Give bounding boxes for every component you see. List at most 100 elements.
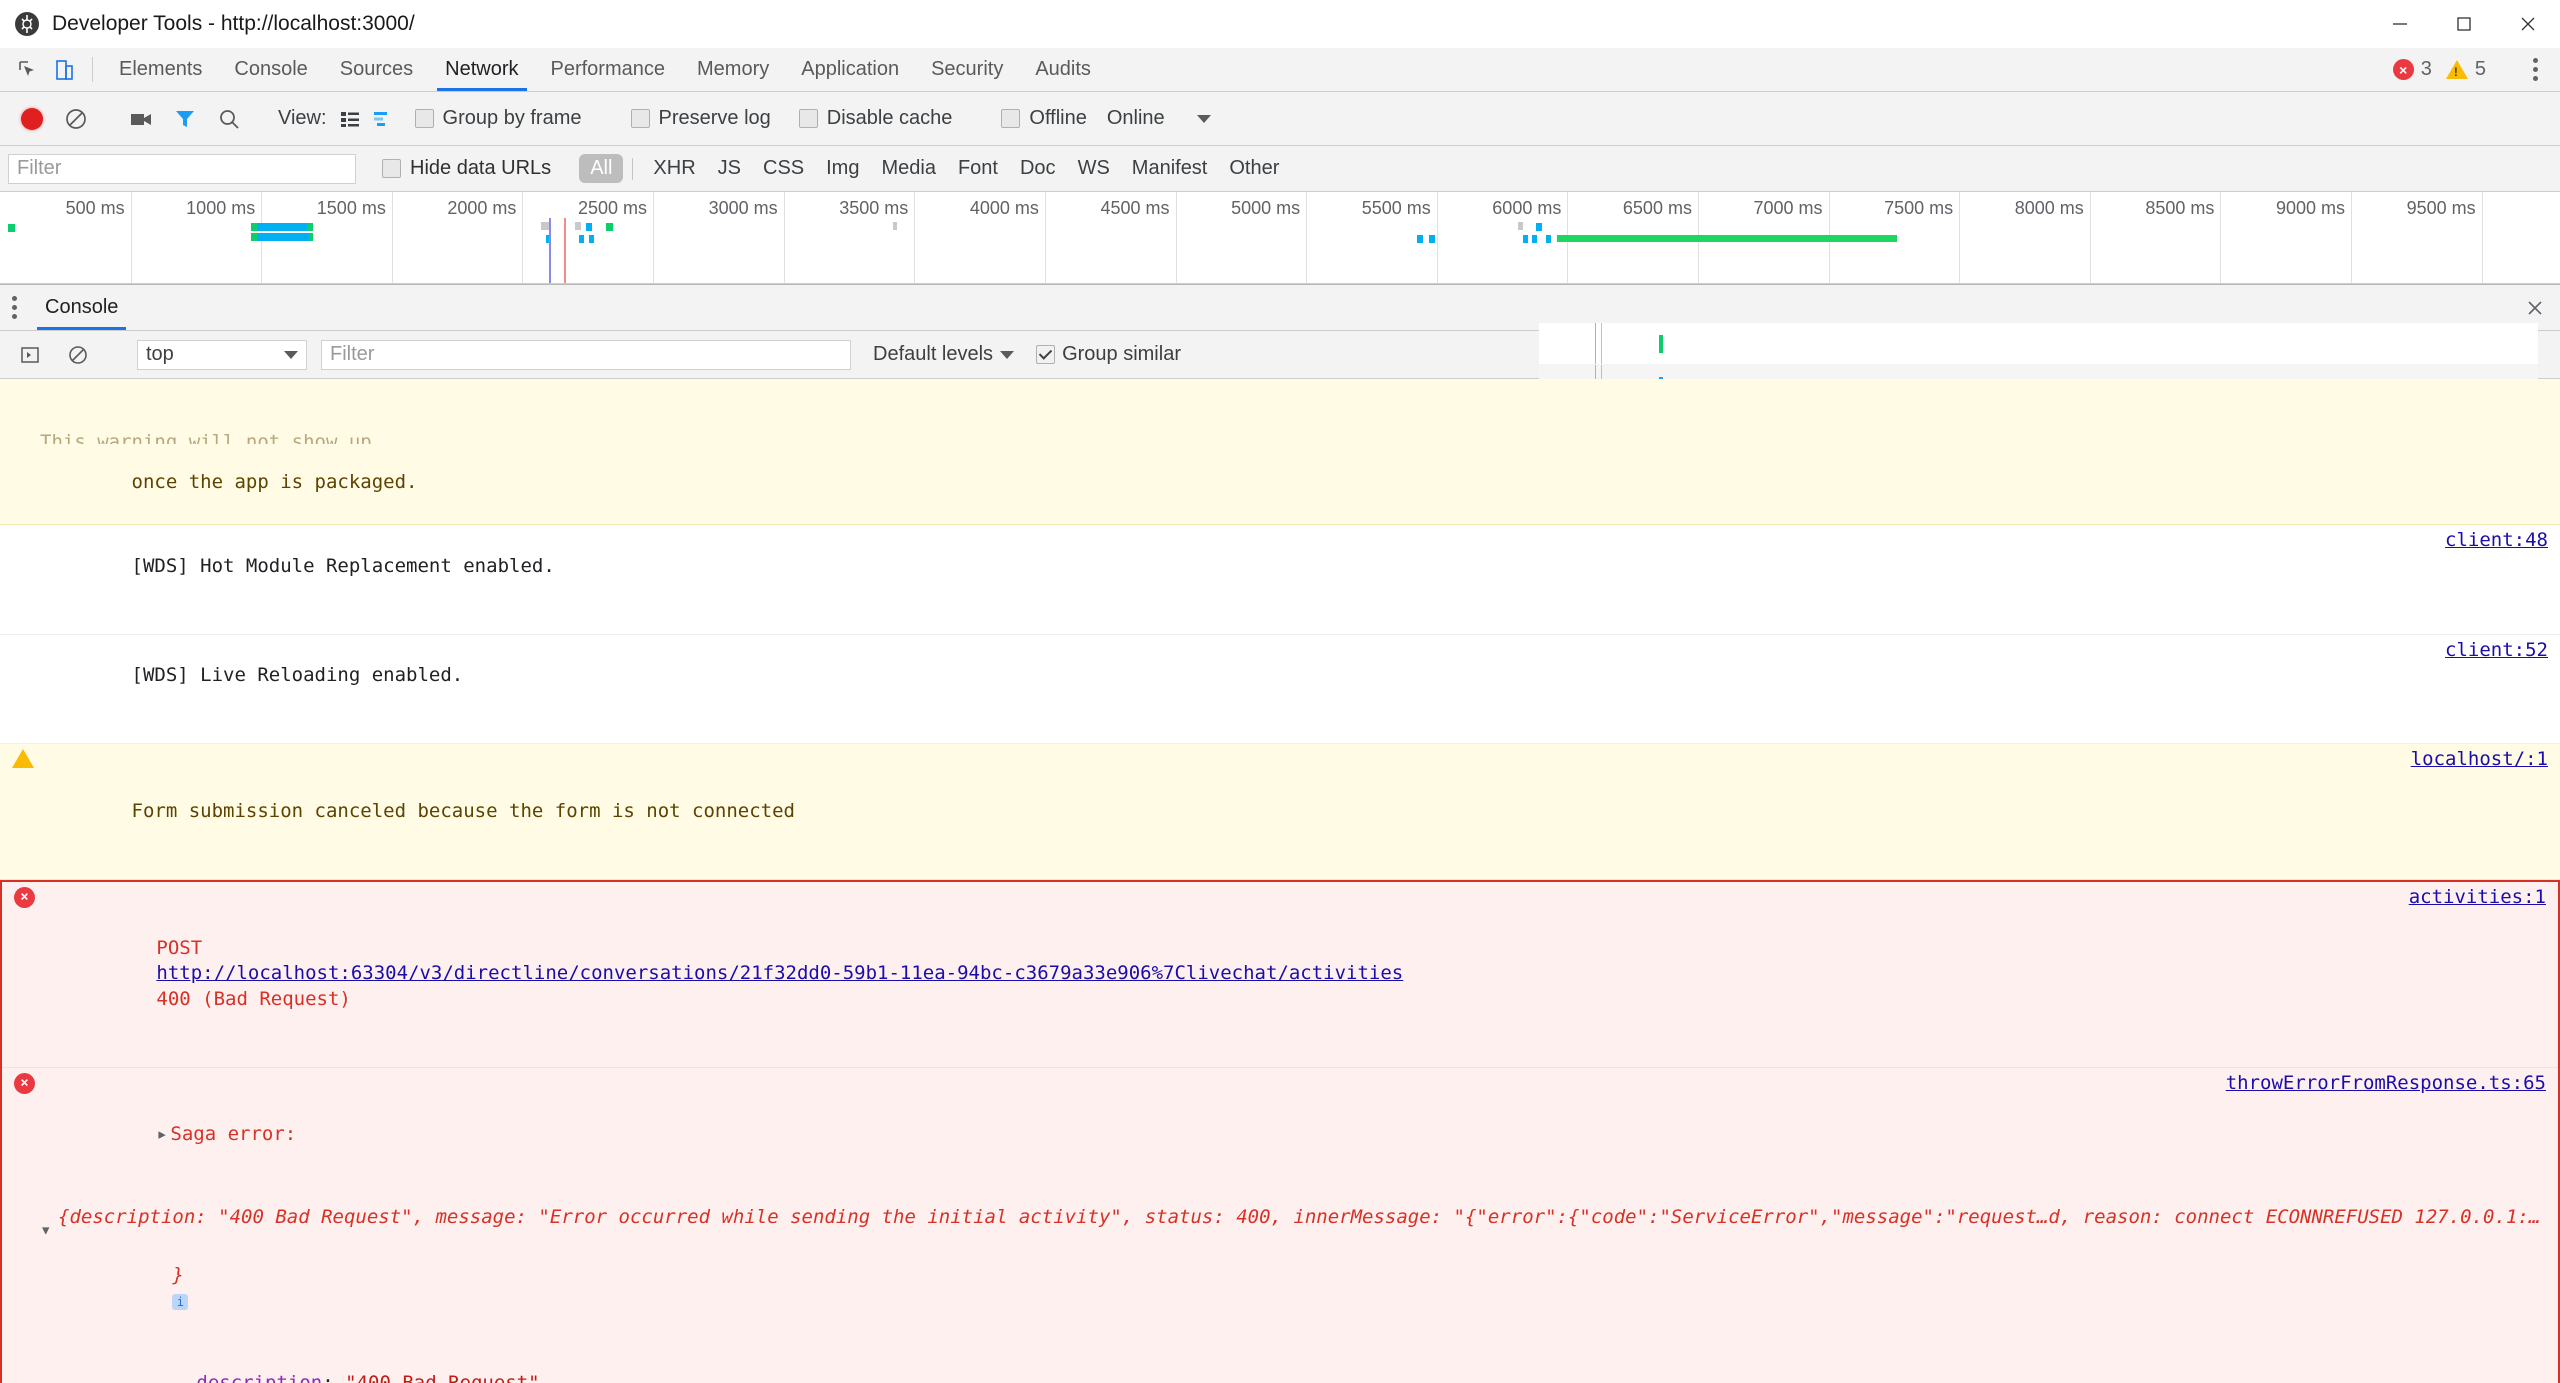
disable-cache-checkbox[interactable]: Disable cache xyxy=(798,107,952,130)
log-levels-select[interactable]: Default levels xyxy=(873,343,1015,366)
filter-type-doc[interactable]: Doc xyxy=(1009,154,1067,183)
post-url-link[interactable]: http://localhost:63304/v3/directline/con… xyxy=(156,962,1403,984)
form-warning-source-link[interactable]: localhost/:1 xyxy=(2411,747,2548,773)
preserve-log-checkbox[interactable]: Preserve log xyxy=(630,107,771,130)
error-icon: × xyxy=(14,886,35,908)
search-icon[interactable] xyxy=(207,108,251,130)
tab-performance[interactable]: Performance xyxy=(535,48,682,91)
info-badge-icon[interactable]: i xyxy=(172,1294,189,1311)
throttling-chevron-down-icon[interactable] xyxy=(1196,114,1211,123)
filter-type-css[interactable]: CSS xyxy=(752,154,815,183)
title-bar: Developer Tools - http://localhost:3000/ xyxy=(0,0,2560,48)
overview-tick xyxy=(2220,192,2222,283)
overview-tick-label: 5000 ms xyxy=(1231,198,1301,218)
overview-tick xyxy=(2089,192,2091,283)
overview-tick xyxy=(1044,192,1046,283)
console-message-post-error: × POST http://localhost:63304/v3/directl… xyxy=(2,881,2558,1069)
overview-request-band xyxy=(606,223,614,231)
view-waterfall-icon[interactable] xyxy=(367,109,401,129)
tab-audits[interactable]: Audits xyxy=(1019,48,1107,91)
overview-tick xyxy=(130,192,132,283)
overview-tick-label: 8000 ms xyxy=(2014,198,2084,218)
filter-type-ws[interactable]: WS xyxy=(1067,154,1121,183)
post-source-link[interactable]: activities:1 xyxy=(2409,885,2546,911)
filter-type-manifest[interactable]: Manifest xyxy=(1121,154,1219,183)
throttling-value[interactable]: Online xyxy=(1107,107,1165,130)
maximize-button[interactable] xyxy=(2432,0,2496,48)
minimize-button[interactable] xyxy=(2368,0,2432,48)
filter-type-js[interactable]: JS xyxy=(707,154,752,183)
network-overview-timeline[interactable]: 500 ms 1000 ms 1500 ms 2000 ms 2500 ms 3000 m… xyxy=(0,192,2560,284)
overview-tick xyxy=(653,192,655,283)
collapse-triangle-icon[interactable]: ▾ xyxy=(40,1218,51,1234)
overview-tick-label: 2500 ms xyxy=(578,198,648,218)
record-button[interactable] xyxy=(10,107,54,130)
overview-tick-label: 9500 ms xyxy=(2406,198,2476,218)
filter-type-other[interactable]: Other xyxy=(1218,154,1290,183)
overview-tick-label: 2000 ms xyxy=(447,198,517,218)
clear-console-icon[interactable] xyxy=(56,344,100,366)
execution-context-select[interactable]: top xyxy=(137,339,307,370)
clear-button[interactable] xyxy=(54,107,98,131)
device-toolbar-icon[interactable] xyxy=(46,48,82,91)
filter-type-img[interactable]: Img xyxy=(815,154,870,183)
drawer-more-options-icon[interactable] xyxy=(0,285,29,330)
overview-request-band xyxy=(586,223,593,231)
main-menu-icon[interactable] xyxy=(2521,58,2550,81)
inspect-element-icon[interactable] xyxy=(10,48,46,91)
console-filter-input[interactable]: Filter xyxy=(321,339,851,370)
tabstrip-divider xyxy=(92,57,93,82)
filter-type-all[interactable]: All xyxy=(579,154,624,183)
capture-screenshots-icon[interactable] xyxy=(119,109,163,129)
error-count-label: 3 xyxy=(2420,58,2432,80)
overview-tick-label: 3000 ms xyxy=(708,198,778,218)
hide-data-urls-checkbox[interactable]: Hide data URLs xyxy=(382,157,551,180)
offline-box xyxy=(1001,109,1021,128)
filter-type-font[interactable]: Font xyxy=(947,154,1009,183)
error-count-badge[interactable]: × 3 xyxy=(2392,58,2432,81)
live-reload-text: [WDS] Live Reloading enabled. xyxy=(131,664,464,687)
filter-icon[interactable] xyxy=(163,108,207,130)
preserve-log-box xyxy=(630,109,650,128)
saga-error-object-summary: ▾ {description: "400 Bad Request", messa… xyxy=(2,1202,2558,1234)
tabstrip-right-group: × 3 5 xyxy=(2392,48,2560,91)
tab-security[interactable]: Security xyxy=(915,48,1019,91)
network-filter-input[interactable]: Filter xyxy=(8,153,356,184)
overview-tick-label: 6500 ms xyxy=(1622,198,1692,218)
tab-elements[interactable]: Elements xyxy=(103,48,218,91)
expand-triangle-icon[interactable]: ▸ xyxy=(156,1122,170,1148)
post-method: POST xyxy=(156,936,203,959)
close-button[interactable] xyxy=(2496,0,2560,48)
overview-tick xyxy=(1306,192,1308,283)
overview-tick xyxy=(1436,192,1438,283)
overview-request-band xyxy=(1556,235,1897,242)
warning-count-badge[interactable]: 5 xyxy=(2445,58,2486,81)
group-by-frame-checkbox[interactable]: Group by frame xyxy=(414,107,582,130)
warning-count-label: 5 xyxy=(2474,58,2486,80)
drawer-tab-console[interactable]: Console xyxy=(29,285,134,330)
form-warning-text: Form submission canceled because the for… xyxy=(131,799,795,822)
view-list-icon[interactable] xyxy=(333,109,367,129)
overview-request-band xyxy=(1536,223,1542,231)
network-toolbar: View: Group by frame Preserve log Disabl… xyxy=(0,92,2560,146)
overview-request-band xyxy=(574,222,581,230)
tab-memory[interactable]: Memory xyxy=(681,48,785,91)
warning-icon xyxy=(12,749,34,769)
tab-sources[interactable]: Sources xyxy=(324,48,429,91)
filter-type-xhr[interactable]: XHR xyxy=(642,154,706,183)
tab-network[interactable]: Network xyxy=(429,48,534,91)
tab-console[interactable]: Console xyxy=(218,48,323,91)
overview-request-band xyxy=(1546,235,1552,243)
tab-application[interactable]: Application xyxy=(785,48,915,91)
hmr-source-link[interactable]: client:48 xyxy=(2445,528,2548,554)
offline-checkbox[interactable]: Offline xyxy=(1001,107,1087,130)
overview-tick xyxy=(783,192,785,283)
live-reload-source-link[interactable]: client:52 xyxy=(2445,638,2548,664)
overview-request-band xyxy=(589,235,595,243)
filter-type-media[interactable]: Media xyxy=(870,154,946,183)
execute-snippet-icon[interactable] xyxy=(8,344,52,366)
devtools-logo-icon xyxy=(14,11,40,37)
group-similar-checkbox[interactable]: Group similar xyxy=(1036,343,1181,366)
saga-source-link[interactable]: throwErrorFromResponse.ts:65 xyxy=(2226,1071,2546,1097)
overview-request-band xyxy=(257,223,308,231)
